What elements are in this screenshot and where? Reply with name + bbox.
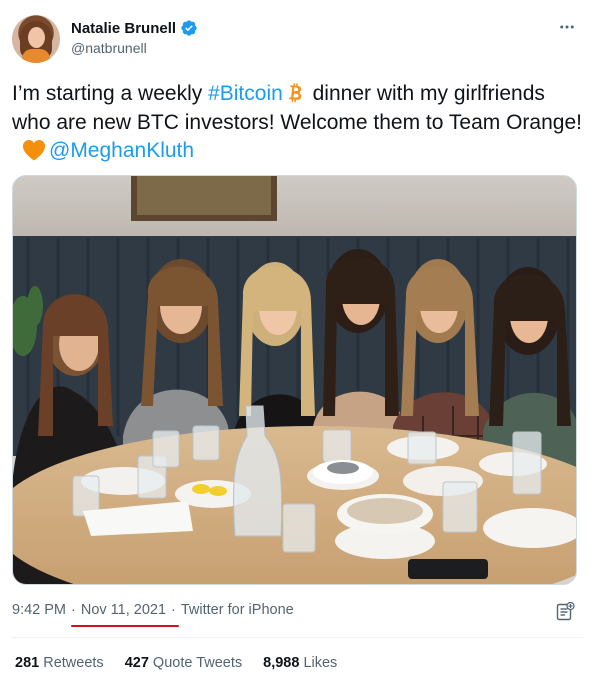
tweet-date-link[interactable]: Nov 11, 2021 <box>81 602 166 618</box>
hashtag-bitcoin-link[interactable]: #Bitcoin <box>208 82 283 105</box>
tweet-source-link[interactable]: Twitter for iPhone <box>181 602 294 618</box>
divider-top <box>12 637 583 638</box>
likes-stat[interactable]: 8,988 Likes <box>263 655 337 671</box>
mention-meghankluth-link[interactable]: @MeghanKluth <box>49 139 194 162</box>
author-display-name[interactable]: Natalie Brunell <box>71 20 176 37</box>
quote-tweets-stat[interactable]: 427 Quote Tweets <box>125 655 242 671</box>
tweet-text: I’m starting a weekly #Bitcoin dinner wi… <box>12 80 582 166</box>
red-annotation-underline <box>71 625 179 627</box>
author-handle[interactable]: @natbrunell <box>71 40 147 56</box>
tweet-time-link[interactable]: 9:42 PM <box>12 602 66 618</box>
meta-separator: · <box>71 602 76 618</box>
tweet-photo[interactable] <box>12 175 577 585</box>
tweet-text-part1: I’m starting a weekly <box>12 82 209 105</box>
meta-separator: · <box>171 602 176 618</box>
verified-badge-icon <box>181 20 197 36</box>
bitcoin-emoji-icon <box>288 83 302 103</box>
author-avatar[interactable] <box>12 15 60 63</box>
retweets-stat[interactable]: 281 Retweets <box>15 655 104 671</box>
more-options-icon[interactable] <box>556 16 578 38</box>
tweet-meta: 9:42 PM · Nov 11, 2021 · Twitter for iPh… <box>12 602 294 618</box>
dinner-photo-illustration <box>13 176 576 584</box>
author-name-row: Natalie Brunell <box>71 19 198 37</box>
orange-heart-emoji-icon <box>23 140 45 161</box>
tweet-card: Natalie Brunell @natbrunell I’m starting… <box>0 0 595 688</box>
tweet-analytics-icon[interactable] <box>555 601 575 623</box>
tweet-stats: 281 Retweets 427 Quote Tweets 8,988 Like… <box>15 655 337 671</box>
